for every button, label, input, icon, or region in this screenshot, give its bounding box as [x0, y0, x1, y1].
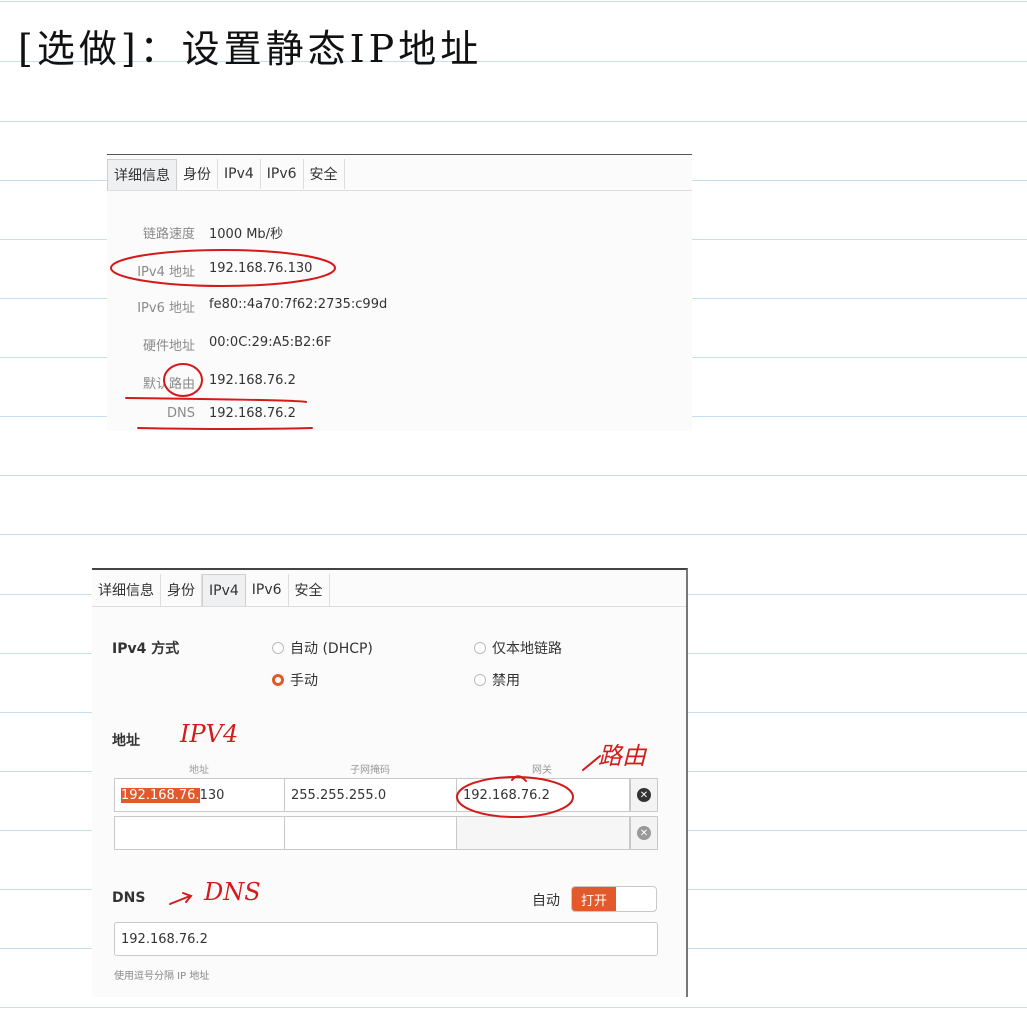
- tab-identity[interactable]: 身份: [161, 574, 202, 606]
- default-route-label: 默认路由: [142, 377, 195, 392]
- netmask-input[interactable]: 255.255.255.0: [284, 778, 457, 812]
- dns-auto-label: 自动: [532, 893, 560, 909]
- tab-security[interactable]: 安全: [304, 159, 345, 189]
- netmask-input-empty[interactable]: [284, 816, 457, 850]
- tab-ipv4[interactable]: IPv4: [218, 159, 261, 189]
- annotation-ipv4: IPV4: [180, 720, 239, 748]
- radio-link-local-label: 仅本地链路: [492, 641, 562, 657]
- radio-manual[interactable]: 手动: [272, 670, 318, 690]
- tab-ipv4[interactable]: IPv4: [202, 573, 246, 607]
- radio-dhcp-dot: [272, 642, 284, 654]
- toggle-on-label: 打开: [572, 887, 616, 911]
- address-selected-text: 192.168.76.: [121, 787, 200, 803]
- dns-value: 192.168.76.2: [209, 406, 296, 421]
- tab-ipv6[interactable]: IPv6: [261, 159, 304, 189]
- dns-section-title: DNS: [112, 890, 146, 906]
- tab-identity[interactable]: 身份: [177, 159, 218, 189]
- radio-dhcp-label: 自动 (DHCP): [290, 641, 373, 657]
- ipv4-tabbar: 详细信息 身份 IPv4 IPv6 安全: [92, 573, 330, 607]
- tab-security[interactable]: 安全: [289, 574, 330, 606]
- tab-details[interactable]: 详细信息: [92, 574, 161, 606]
- ipv4-panel: 详细信息 身份 IPv4 IPv6 安全 IPv4 方式 自动 (DHCP) 仅…: [92, 568, 688, 997]
- radio-dhcp[interactable]: 自动 (DHCP): [272, 638, 373, 658]
- annotation-dns: DNS: [204, 878, 261, 906]
- details-panel: 详细信息 身份 IPv4 IPv6 安全 链路速度 1000 Mb/秒 IPv4…: [107, 154, 692, 431]
- hardware-address-value: 00:0C:29:A5:B2:6F: [209, 335, 332, 350]
- default-route-value: 192.168.76.2: [209, 373, 296, 388]
- close-icon: ✕: [637, 788, 651, 802]
- dns-label: DNS: [167, 406, 195, 421]
- dns-auto-toggle[interactable]: 打开: [571, 886, 657, 912]
- dns-hint: 使用逗号分隔 IP 地址: [114, 971, 210, 982]
- details-tabbar: 详细信息 身份 IPv4 IPv6 安全: [107, 158, 345, 190]
- radio-disabled-label: 禁用: [492, 673, 520, 689]
- hardware-address-label: 硬件地址: [142, 339, 195, 354]
- radio-disabled-dot: [474, 674, 486, 686]
- radio-link-local-dot: [474, 642, 486, 654]
- col-netmask: 子网掩码: [350, 765, 390, 776]
- tab-ipv6[interactable]: IPv6: [246, 574, 289, 606]
- ipv4-address-value: 192.168.76.130: [209, 261, 313, 276]
- tab-details[interactable]: 详细信息: [107, 158, 177, 190]
- ipv6-address-label: IPv6 地址: [137, 301, 195, 316]
- radio-manual-dot: [272, 674, 284, 686]
- delete-row-button[interactable]: ✕: [630, 778, 658, 812]
- dns-input[interactable]: 192.168.76.2: [114, 922, 658, 956]
- ipv6-address-value: fe80::4a70:7f62:2735:c99d: [209, 297, 388, 312]
- radio-link-local[interactable]: 仅本地链路: [474, 638, 562, 658]
- gateway-input-empty[interactable]: [456, 816, 630, 850]
- ipv4-method-label: IPv4 方式: [112, 641, 180, 657]
- delete-row-button-empty[interactable]: ✕: [630, 816, 658, 850]
- address-input[interactable]: 192.168.76. 130: [114, 778, 285, 812]
- address-rest-text: 130: [199, 787, 225, 803]
- annotation-route: 路由: [598, 742, 646, 770]
- close-icon: ✕: [637, 826, 651, 840]
- ipv4-address-label: IPv4 地址: [137, 265, 195, 280]
- address-input-empty[interactable]: [114, 816, 285, 850]
- address-section-title: 地址: [112, 733, 140, 749]
- radio-manual-label: 手动: [290, 673, 318, 689]
- radio-disabled[interactable]: 禁用: [474, 670, 520, 690]
- link-speed-label: 链路速度: [142, 227, 195, 242]
- link-speed-value: 1000 Mb/秒: [209, 227, 284, 242]
- col-address: 地址: [189, 765, 209, 776]
- note-heading: [选做]：设置静态IP地址: [18, 27, 483, 71]
- gateway-input[interactable]: 192.168.76.2: [456, 778, 630, 812]
